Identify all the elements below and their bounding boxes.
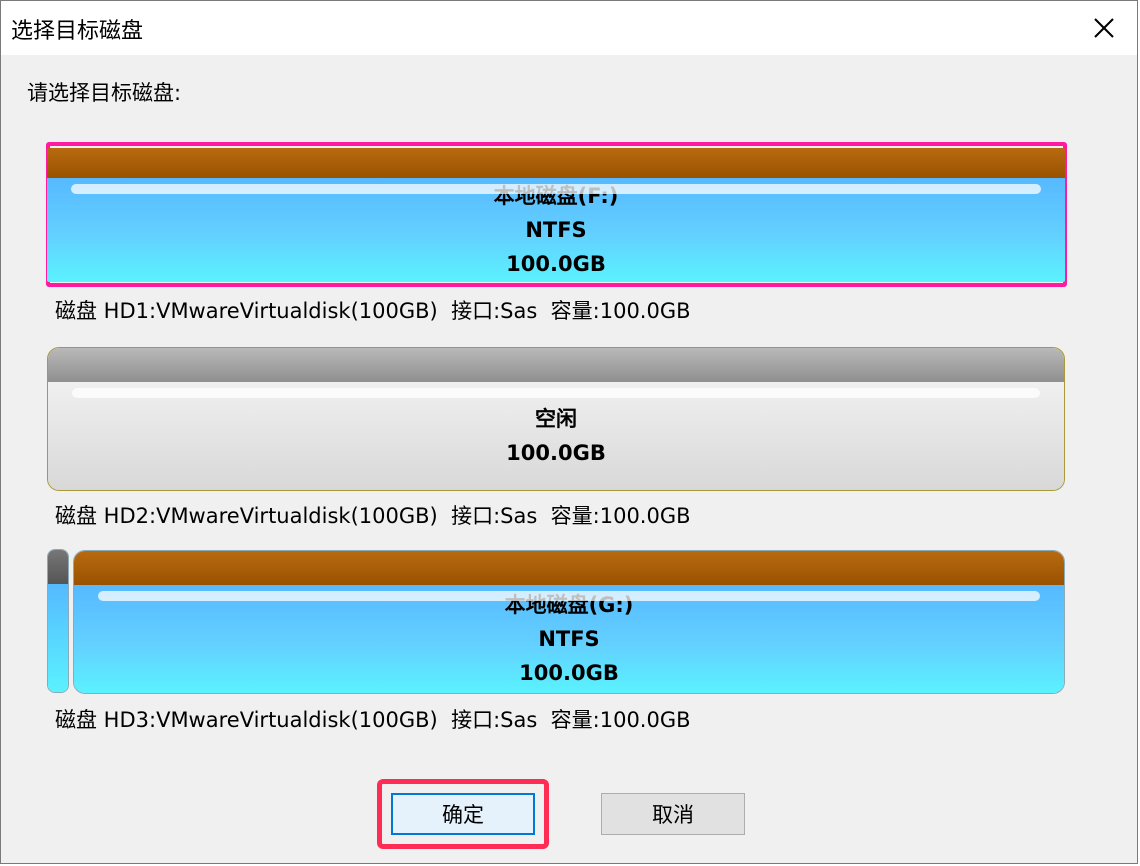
select-disk-prompt: 请选择目标磁盘: <box>27 81 182 105</box>
partition-filesystem: NTFS <box>525 218 587 242</box>
dialog-title: 选择目标磁盘 <box>11 19 144 44</box>
disk-3-info: 磁盘 HD3:VMwareVirtualdisk(100GB) 接口:Sas 容… <box>55 708 691 732</box>
partition-bar <box>47 148 1065 178</box>
gloss-highlight <box>71 184 1041 194</box>
title-bar: 选择目标磁盘 <box>1 1 1137 55</box>
partition-body: 空闲 100.0GB <box>48 382 1064 490</box>
partition-bar <box>48 550 68 584</box>
partition-filesystem: NTFS <box>538 627 600 651</box>
disk-1-info: 磁盘 HD1:VMwareVirtualdisk(100GB) 接口:Sas 容… <box>55 299 691 323</box>
partition-body: 本地磁盘(G:) NTFS 100.0GB <box>74 585 1064 693</box>
close-icon <box>1094 18 1114 38</box>
disk-3-partition-g[interactable]: 本地磁盘(G:) NTFS 100.0GB <box>73 550 1065 694</box>
gloss-highlight <box>98 591 1040 601</box>
cancel-button[interactable]: 取消 <box>601 793 745 835</box>
partition-size: 100.0GB <box>506 252 606 276</box>
partition-size: 100.0GB <box>506 441 606 465</box>
disk-2-free-space[interactable]: 空闲 100.0GB <box>47 347 1065 491</box>
partition-body: 本地磁盘(F:) NTFS 100.0GB <box>47 178 1065 282</box>
partition-bar <box>74 551 1064 585</box>
gloss-highlight <box>72 388 1040 398</box>
disk-1-partition-f[interactable]: 本地磁盘(F:) NTFS 100.0GB <box>47 148 1065 282</box>
disk-2-info: 磁盘 HD2:VMwareVirtualdisk(100GB) 接口:Sas 容… <box>55 504 691 528</box>
partition-size: 100.0GB <box>519 661 619 685</box>
disk-3-small-partition[interactable] <box>47 549 69 693</box>
partition-label: 空闲 <box>535 407 577 431</box>
close-button[interactable] <box>1071 1 1137 55</box>
ok-button[interactable]: 确定 <box>391 793 535 835</box>
partition-body <box>48 584 68 692</box>
partition-bar <box>48 348 1064 382</box>
select-target-disk-dialog: 选择目标磁盘 请选择目标磁盘: 本地磁盘(F:) NTFS 100.0GB 磁盘… <box>0 0 1138 864</box>
